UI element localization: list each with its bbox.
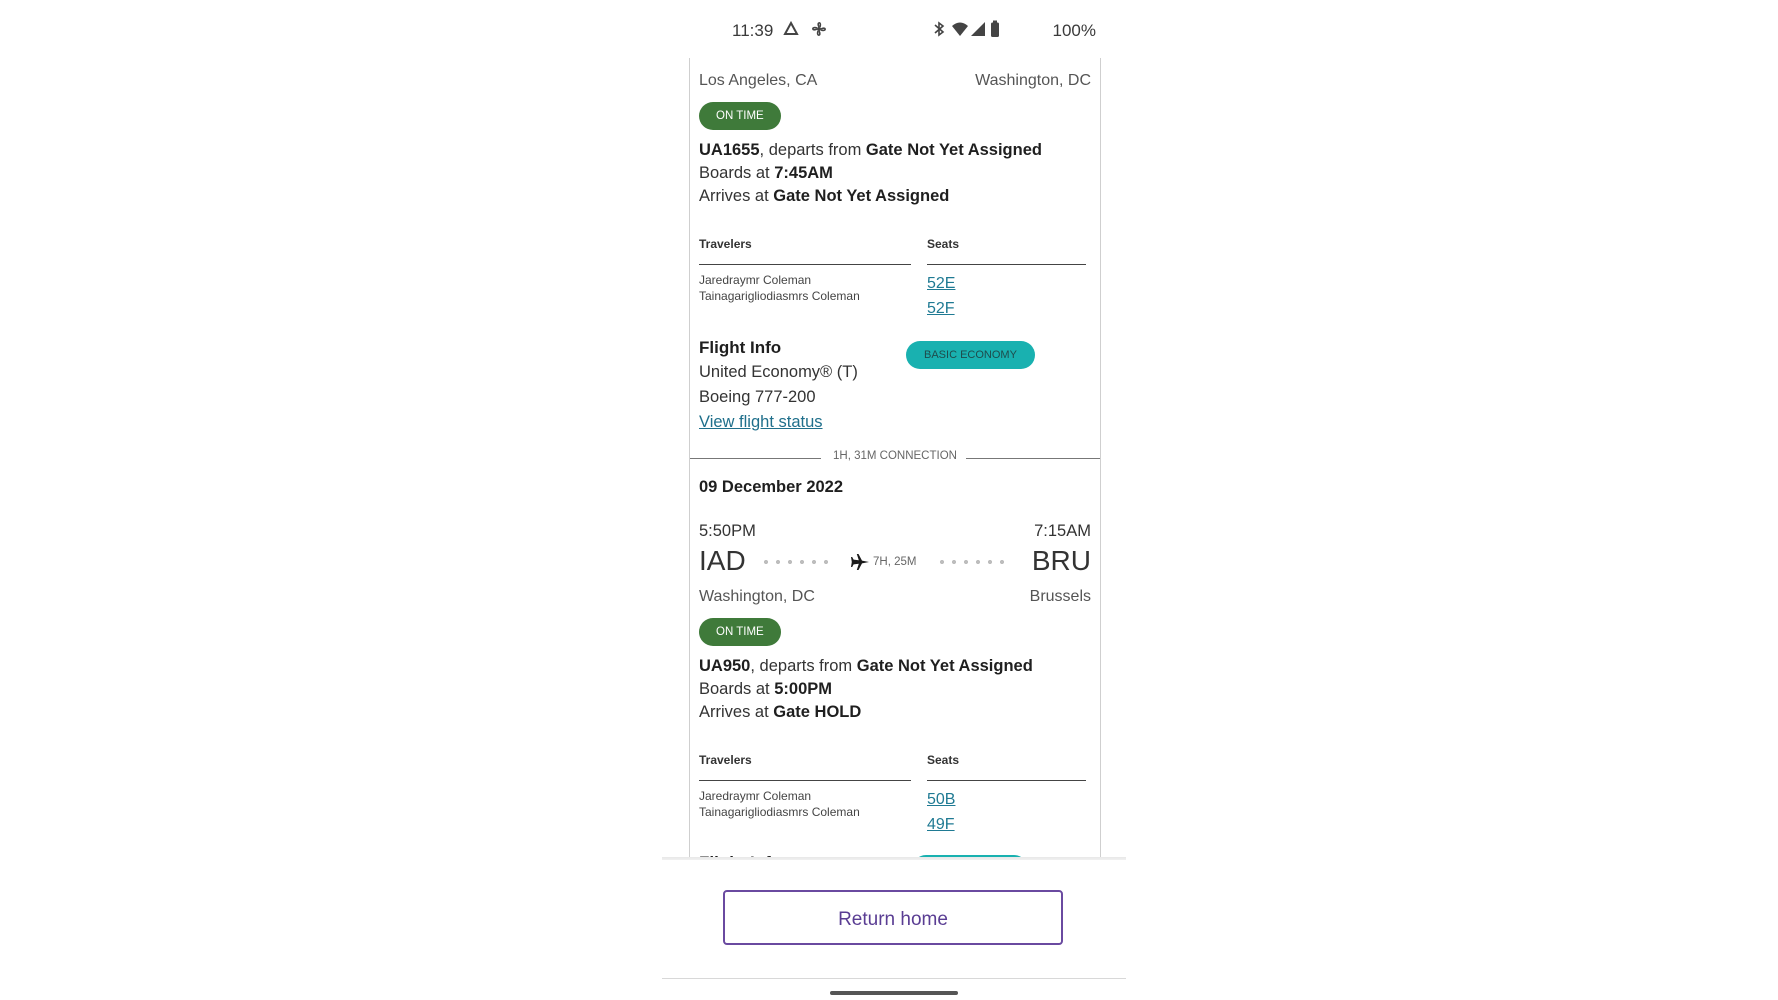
return-home-button[interactable]: Return home (723, 890, 1063, 945)
segment1-flight-info-title: Flight Info (699, 338, 782, 357)
segment2-traveler-1: Jaredraymr Coleman (699, 789, 812, 803)
airplane-icon (851, 554, 869, 570)
segment1-travelers-divider (699, 264, 911, 265)
segment1-seat-2-link[interactable]: 52F (927, 300, 955, 318)
segment2-date: 09 December 2022 (699, 478, 844, 496)
segment2-traveler-2: Tainagarigliodiasmrs Coleman (699, 805, 860, 819)
signal-icon (971, 22, 985, 36)
segment2-seats-header: Seats (927, 753, 960, 767)
segment2-origin-city: Washington, DC (699, 588, 815, 605)
segment2-flight-number: UA950 (699, 657, 751, 675)
segment1-traveler-2: Tainagarigliodiasmrs Coleman (699, 289, 860, 303)
segment2-boards-time: 5:00PM (774, 680, 832, 698)
segment1-seat-1-link[interactable]: 52E (927, 275, 955, 293)
segment2-departs-text: , departs from (750, 657, 857, 675)
segment1-boards-time: 7:45AM (774, 164, 833, 182)
segment1-status-badge: ON TIME (699, 102, 781, 130)
itinerary-scroll[interactable]: LAX IAD Los Angeles, CA Washington, DC O… (690, 58, 1100, 858)
segment2-status-badge: ON TIME (699, 618, 781, 646)
segment2-arrive-time: 7:15AM (1034, 522, 1091, 540)
fan-icon (812, 22, 826, 36)
segment1-seats-header: Seats (927, 237, 960, 251)
segment2-route-dots-left (760, 560, 832, 564)
connection-line-right (966, 458, 1100, 459)
segment2-seat-2-link[interactable]: 49F (927, 816, 955, 834)
segment2-boarding-line: Boards at 5:00PM (699, 680, 832, 699)
bottom-action-bar: Return home (662, 860, 1126, 1000)
connection-label: 1H, 31M CONNECTION (833, 450, 957, 462)
segment1-travelers-header: Travelers (699, 237, 752, 251)
segment2-arrival-line: Arrives at Gate HOLD (699, 703, 861, 722)
itinerary-card: LAX IAD Los Angeles, CA Washington, DC O… (689, 58, 1101, 858)
status-time: 11:39 (732, 21, 774, 40)
segment2-travelers-header: Travelers (699, 753, 752, 767)
segment2-travelers-divider (699, 780, 911, 781)
segment2-dest-code: BRU (1031, 545, 1091, 576)
segment1-origin-code-clipped: LAX (699, 58, 752, 64)
segment1-departure-line: UA1655, departs from Gate Not Yet Assign… (699, 141, 1042, 160)
phone-screen: 11:39 100% LAX IAD Los Angeles, CA Washi… (662, 0, 1126, 1000)
segment2-departure-line: UA950, departs from Gate Not Yet Assigne… (699, 657, 1033, 676)
bluetooth-icon (934, 21, 945, 37)
connection-line-left (690, 458, 821, 459)
view-flight-status-link[interactable]: View flight status (699, 413, 823, 432)
segment2-boards-text: Boards at (699, 680, 775, 698)
segment2-depart-time: 5:50PM (699, 522, 756, 540)
segment1-flight-number: UA1655 (699, 141, 760, 159)
photos-icon (783, 20, 799, 35)
nav-divider (662, 978, 1126, 979)
segment2-dest-city: Brussels (1029, 588, 1091, 605)
segment2-depart-gate: Gate Not Yet Assigned (856, 657, 1033, 675)
segment1-seats-divider (927, 264, 1086, 265)
status-bar: 11:39 100% (662, 0, 1126, 60)
segment1-dest-city: Washington, DC (975, 72, 1091, 89)
segment1-traveler-1: Jaredraymr Coleman (699, 273, 812, 287)
segment1-arrives-text: Arrives at (699, 187, 774, 205)
segment1-origin-city: Los Angeles, CA (699, 72, 818, 89)
wifi-icon (952, 22, 968, 36)
segment2-seats-divider (927, 780, 1086, 781)
segment2-duration: 7H, 25M (873, 556, 917, 568)
segment1-dest-code-clipped: IAD (1044, 58, 1091, 64)
segment1-arrive-gate: Gate Not Yet Assigned (773, 187, 950, 205)
segment2-arrive-gate: Gate HOLD (773, 703, 862, 721)
battery-icon (991, 20, 999, 37)
basic-economy-badge: BASIC ECONOMY (906, 341, 1035, 369)
segment1-arrival-line: Arrives at Gate Not Yet Assigned (699, 187, 949, 206)
segment2-seat-1-link[interactable]: 50B (927, 791, 955, 809)
segment1-boards-text: Boards at (699, 164, 775, 182)
segment1-departs-text: , departs from (759, 141, 866, 159)
segment1-cabin: United Economy® (T) (699, 363, 858, 381)
segment2-route-dots-right (936, 560, 1008, 564)
battery-percent: 100% (1052, 21, 1096, 40)
segment2-origin-code: IAD (699, 545, 746, 576)
segment1-depart-gate: Gate Not Yet Assigned (865, 141, 1042, 159)
segment1-aircraft: Boeing 777-200 (699, 388, 816, 406)
segment1-boarding-line: Boards at 7:45AM (699, 164, 833, 183)
home-indicator[interactable] (830, 991, 958, 995)
segment2-arrives-text: Arrives at (699, 703, 774, 721)
